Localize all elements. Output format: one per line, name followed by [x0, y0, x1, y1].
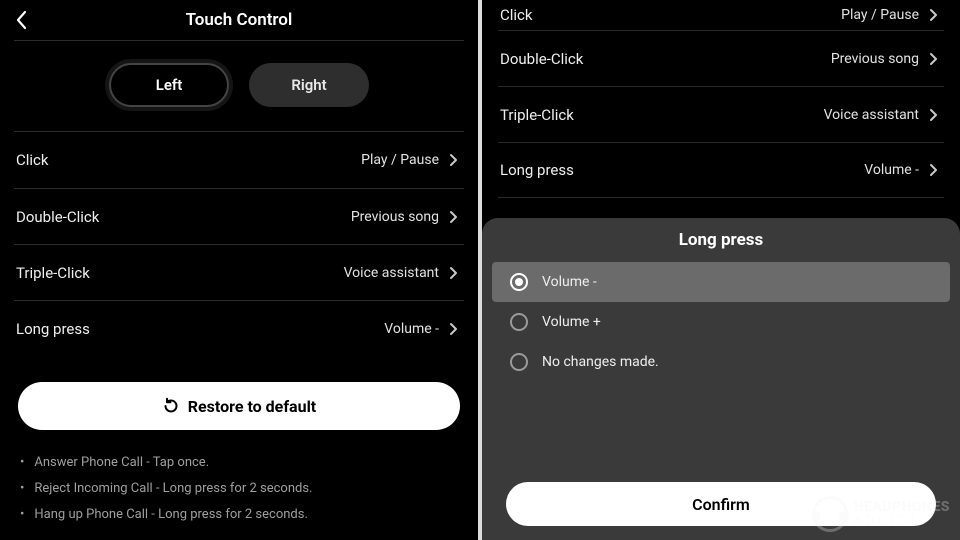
row-triple-click[interactable]: Triple-Click Voice assistant — [14, 244, 464, 300]
row-long-press[interactable]: Long press Volume - — [498, 142, 944, 198]
confirm-button[interactable]: Confirm — [506, 482, 936, 526]
row-label: Triple-Click — [16, 264, 90, 282]
radio-icon — [510, 313, 528, 331]
chevron-right-icon — [449, 266, 458, 280]
row-label: Triple-Click — [500, 106, 574, 124]
right-pane: Click Play / Pause Double-Click Previous… — [482, 0, 960, 540]
chevron-right-icon — [929, 8, 938, 22]
chevron-right-icon — [929, 163, 938, 177]
help-bullets: Answer Phone Call - Tap once. Reject Inc… — [20, 450, 458, 528]
sheet-title: Long press — [482, 230, 960, 250]
bullet-item: Answer Phone Call - Tap once. — [20, 450, 458, 476]
bullet-item: Reject Incoming Call - Long press for 2 … — [20, 476, 458, 502]
option-label: Volume + — [542, 314, 601, 330]
row-label: Double-Click — [16, 208, 99, 226]
radio-icon — [510, 273, 528, 291]
row-value: Voice assistant — [344, 265, 439, 281]
radio-icon — [510, 353, 528, 371]
chevron-right-icon — [929, 52, 938, 66]
row-value: Play / Pause — [841, 7, 919, 23]
row-double-click[interactable]: Double-Click Previous song — [14, 188, 464, 244]
row-value: Volume - — [384, 321, 439, 337]
row-value: Previous song — [351, 209, 439, 225]
row-value: Play / Pause — [361, 152, 439, 168]
bottom-sheet: Long press Volume - Volume + No changes … — [482, 218, 960, 540]
row-click[interactable]: Click Play / Pause — [14, 132, 464, 188]
restore-default-button[interactable]: Restore to default — [18, 382, 460, 430]
ear-tabs: Left Right — [0, 41, 478, 131]
row-long-press[interactable]: Long press Volume - — [14, 300, 464, 356]
row-triple-click[interactable]: Triple-Click Voice assistant — [498, 86, 944, 142]
row-label: Long press — [500, 161, 574, 179]
row-label: Click — [500, 6, 533, 24]
chevron-right-icon — [929, 108, 938, 122]
page-title: Touch Control — [0, 10, 478, 30]
left-pane: Touch Control Left Right Click Play / Pa… — [0, 0, 478, 540]
row-label: Double-Click — [500, 50, 583, 68]
tab-left-ear[interactable]: Left — [109, 63, 229, 107]
tab-right-ear[interactable]: Right — [249, 63, 369, 107]
chevron-right-icon — [449, 322, 458, 336]
chevron-right-icon — [449, 153, 458, 167]
refresh-icon — [162, 397, 180, 415]
restore-label: Restore to default — [188, 397, 316, 416]
option-volume-down[interactable]: Volume - — [492, 262, 950, 302]
bullet-item: Hang up Phone Call - Long press for 2 se… — [20, 502, 458, 528]
row-click[interactable]: Click Play / Pause — [498, 0, 944, 30]
option-no-changes[interactable]: No changes made. — [492, 342, 950, 382]
option-volume-up[interactable]: Volume + — [492, 302, 950, 342]
row-value: Voice assistant — [824, 107, 919, 123]
row-label: Long press — [16, 320, 90, 338]
option-label: Volume - — [542, 274, 597, 290]
option-label: No changes made. — [542, 354, 659, 370]
row-double-click[interactable]: Double-Click Previous song — [498, 30, 944, 86]
row-label: Click — [16, 151, 49, 169]
chevron-right-icon — [449, 210, 458, 224]
row-value: Previous song — [831, 51, 919, 67]
row-value: Volume - — [864, 162, 919, 178]
